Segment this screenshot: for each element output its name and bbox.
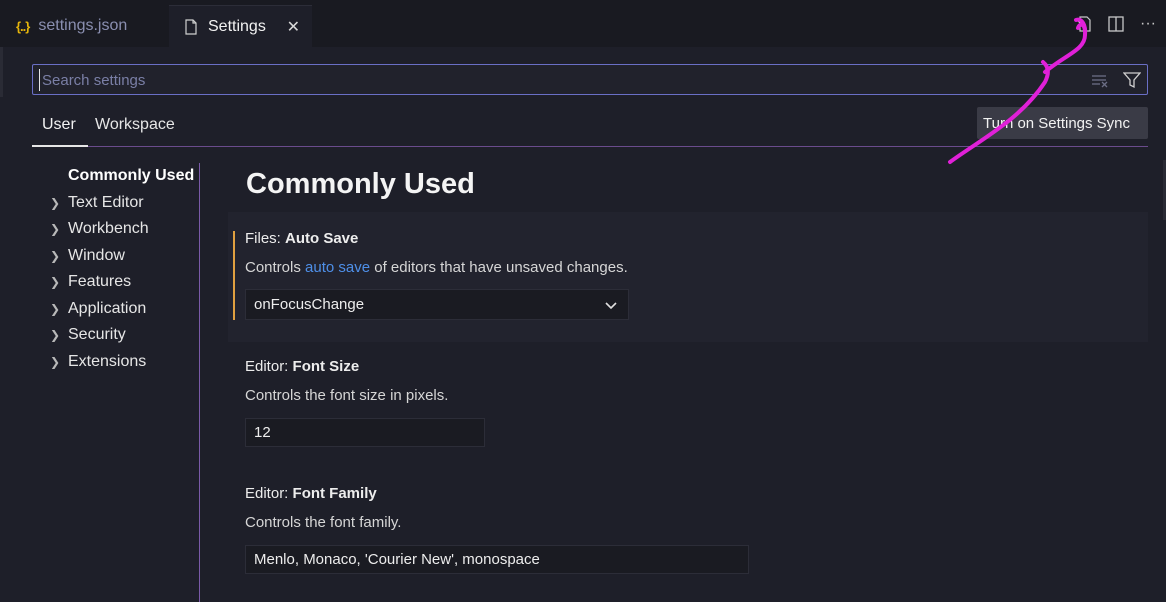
toc-item-commonly-used[interactable]: Commonly Used <box>40 163 200 190</box>
setting-description: Controls the font family. <box>245 514 402 531</box>
toc-item-security[interactable]: ❯ Security <box>40 322 200 349</box>
toc-label: Features <box>68 273 132 291</box>
toc-label: Application <box>68 299 147 317</box>
active-tab-indicator <box>32 145 88 147</box>
chevron-right-icon: ❯ <box>50 301 61 316</box>
toc-item-workbench[interactable]: ❯ Workbench <box>40 216 200 243</box>
toc-item-features[interactable]: ❯ Features <box>40 269 200 296</box>
split-editor-icon[interactable] <box>1106 14 1126 34</box>
chevron-down-icon <box>605 302 617 310</box>
toc-label: Window <box>68 246 125 264</box>
toc-label: Workbench <box>68 220 149 238</box>
setting-category: Editor: <box>245 358 293 375</box>
chevron-right-icon: ❯ <box>50 195 61 210</box>
chevron-right-icon: ❯ <box>50 328 61 343</box>
setting-title: Files: Auto Save <box>245 230 358 247</box>
setting-category: Editor: <box>245 485 293 502</box>
setting-name: Auto Save <box>285 230 359 247</box>
setting-name: Font Size <box>292 358 360 375</box>
close-icon[interactable]: ✕ <box>287 17 300 37</box>
auto-save-select[interactable]: onFocusChange <box>245 289 629 320</box>
setting-title: Editor: Font Family <box>245 485 377 502</box>
tab-workspace[interactable]: Workspace <box>95 116 175 147</box>
desc-text: Controls <box>245 259 306 276</box>
chevron-right-icon: ❯ <box>50 275 61 290</box>
tab-settings-json[interactable]: {..} settings.json <box>0 5 168 47</box>
chevron-right-icon: ❯ <box>50 354 61 369</box>
tab-label: Settings <box>208 17 266 35</box>
json-file-icon: {..} <box>16 18 30 34</box>
annotation-arrow <box>948 60 1050 164</box>
settings-toc: Commonly Used ❯ Text Editor ❯ Workbench … <box>40 163 200 375</box>
setting-category: Files: <box>245 230 286 247</box>
setting-description: Controls auto save of editors that have … <box>245 259 628 276</box>
activity-edge <box>0 47 3 97</box>
setting-name: Font Family <box>292 485 377 502</box>
toc-label: Commonly Used <box>68 167 195 185</box>
toc-label: Security <box>68 326 126 344</box>
toc-label: Extensions <box>68 352 147 370</box>
font-family-input[interactable]: Menlo, Monaco, 'Courier New', monospace <box>245 545 749 574</box>
setting-description: Controls the font size in pixels. <box>245 387 449 404</box>
toc-label: Text Editor <box>68 193 144 211</box>
select-value: onFocusChange <box>254 296 365 313</box>
desc-text: of editors that have unsaved changes. <box>370 259 628 276</box>
toc-item-extensions[interactable]: ❯ Extensions <box>40 349 200 376</box>
toc-divider <box>199 163 200 602</box>
toc-item-application[interactable]: ❯ Application <box>40 296 200 323</box>
chevron-right-icon: ❯ <box>50 222 61 237</box>
focused-setting-indicator <box>233 231 235 320</box>
setting-row-auto-save[interactable] <box>228 212 1148 342</box>
tab-user[interactable]: User <box>42 116 76 147</box>
auto-save-link[interactable]: auto save <box>305 259 370 276</box>
setting-title: Editor: Font Size <box>245 358 359 375</box>
annotation-arrow-head <box>1043 17 1088 74</box>
chevron-right-icon: ❯ <box>50 248 61 263</box>
toc-item-window[interactable]: ❯ Window <box>40 243 200 270</box>
filter-icon[interactable] <box>1123 71 1141 89</box>
search-input[interactable] <box>39 69 1079 91</box>
more-actions-icon[interactable]: ··· <box>1138 14 1158 34</box>
toc-item-text-editor[interactable]: ❯ Text Editor <box>40 190 200 217</box>
file-icon <box>185 18 197 35</box>
tab-label: settings.json <box>38 17 128 34</box>
tab-settings[interactable]: Settings ✕ <box>169 5 312 47</box>
font-size-input[interactable]: 12 <box>245 418 485 447</box>
section-title: Commonly Used <box>246 168 475 200</box>
